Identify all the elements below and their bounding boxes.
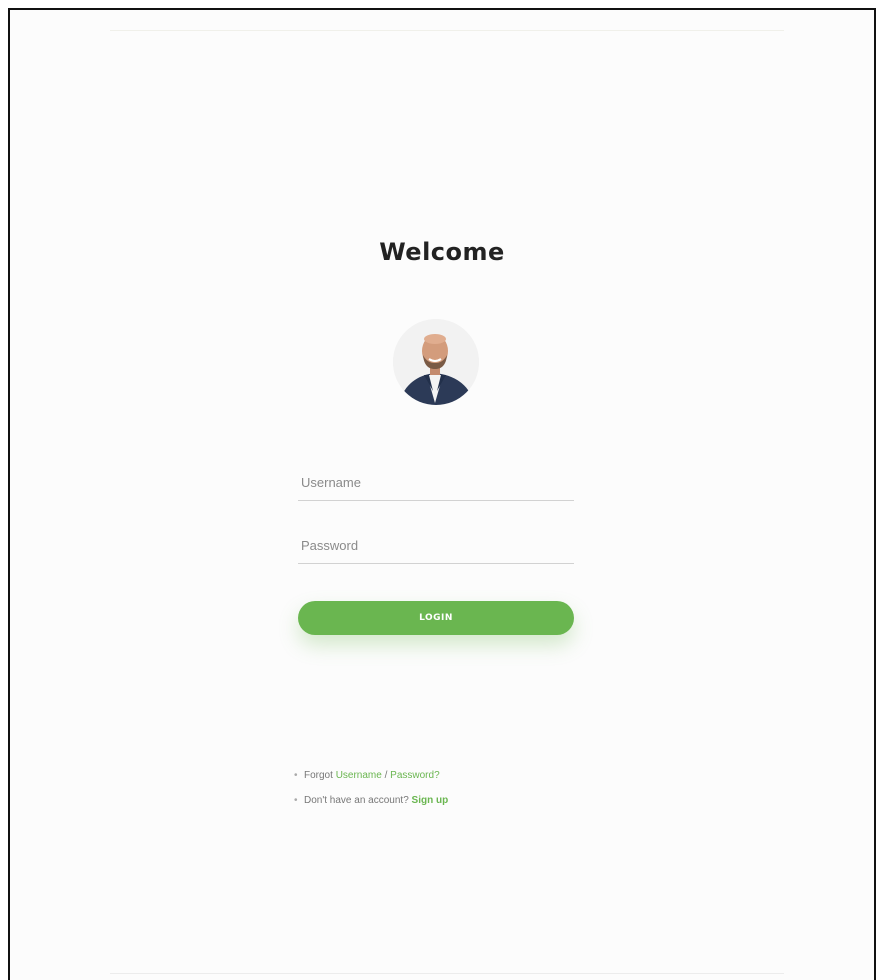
signup-item: • Don't have an account? Sign up — [294, 794, 448, 819]
login-button[interactable]: LOGIN — [298, 601, 574, 635]
sign-up-link[interactable]: Sign up — [412, 795, 449, 806]
bullet-icon: • — [294, 795, 298, 806]
avatar — [393, 319, 479, 405]
forgot-separator-text: / — [381, 770, 391, 781]
help-links: • Forgot Username / Password? • Don't have… — [294, 769, 448, 819]
page-title: Welcome — [379, 238, 505, 266]
forgot-username-link[interactable]: Username — [336, 770, 382, 781]
page-frame: Welcome LOGIN • Forgot Username / Passwor… — [8, 8, 876, 980]
forgot-password-link[interactable]: Password? — [390, 770, 439, 781]
username-input[interactable] — [298, 465, 574, 501]
forgot-credentials-item: • Forgot Username / Password? — [294, 769, 448, 794]
forgot-prefix-text: Forgot — [304, 770, 336, 781]
no-account-text: Don't have an account? — [304, 795, 412, 806]
password-input[interactable] — [298, 528, 574, 564]
bottom-divider — [110, 973, 784, 974]
bullet-icon: • — [294, 770, 298, 781]
top-divider — [110, 30, 784, 31]
profile-photo-icon — [393, 319, 479, 405]
